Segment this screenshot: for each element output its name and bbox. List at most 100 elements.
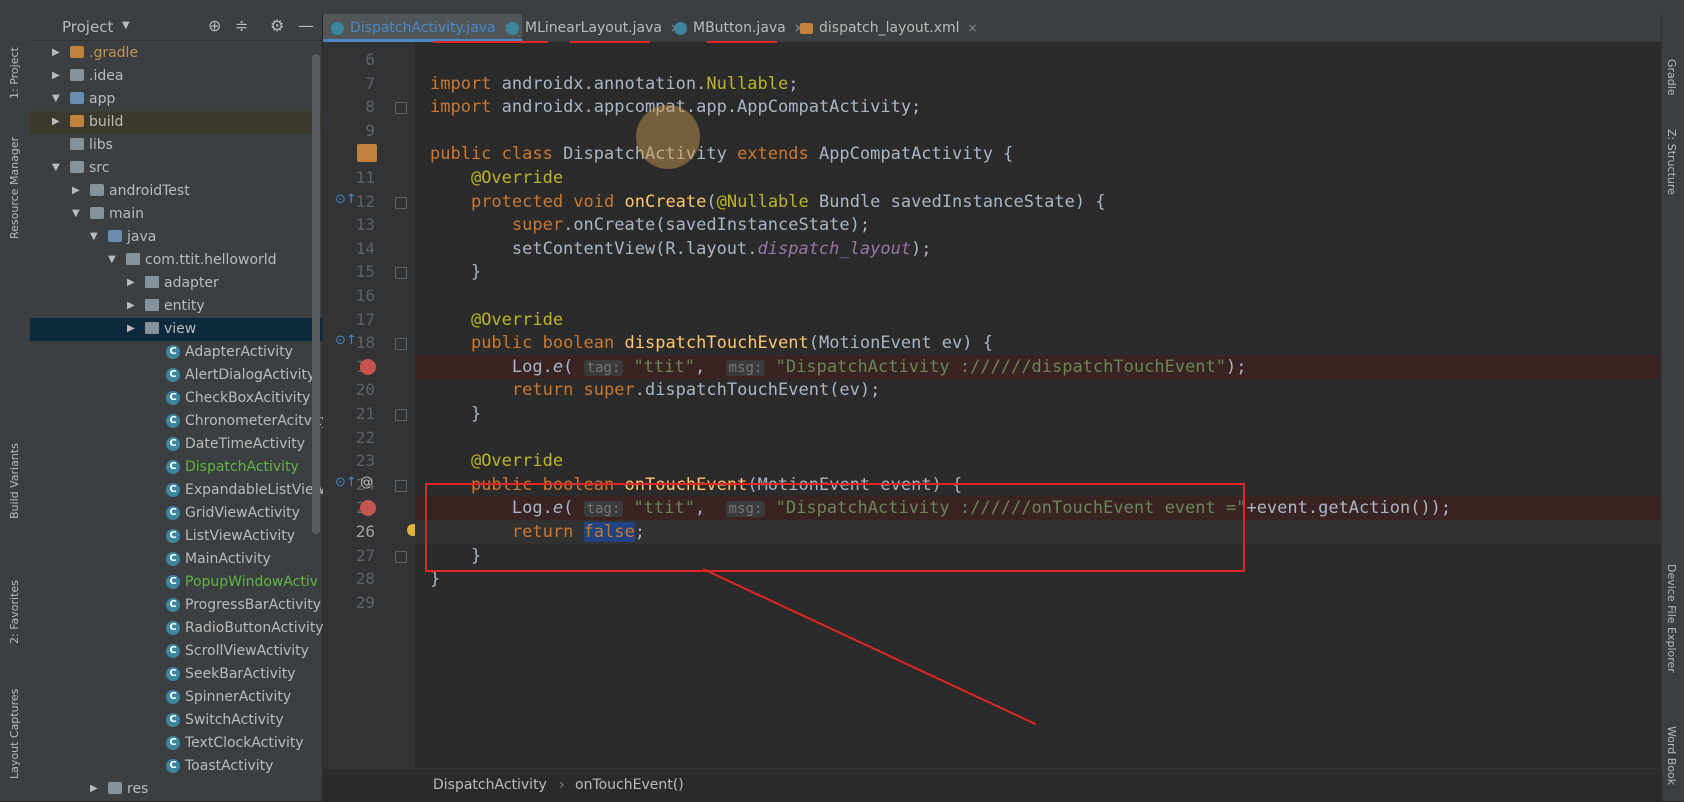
code-line[interactable]: import androidx.appcompat.app.AppCompatA… [415,95,1662,119]
override-marker-icon[interactable]: ⊙↑ [335,333,357,348]
collapsed-arrow-icon[interactable]: ▶ [127,323,135,334]
collapsed-arrow-icon[interactable]: ▶ [52,116,60,127]
collapsed-arrow-icon[interactable]: ▶ [127,300,135,311]
layout-link-icon[interactable] [357,144,377,163]
tree-item[interactable]: ▶ androidTest [30,180,322,203]
code-line[interactable]: @Override [415,308,1662,332]
tree-item[interactable]: C ListViewActivity [30,525,322,548]
code-line[interactable]: @Override [415,449,1662,473]
tree-item[interactable]: C GridViewActivity [30,502,322,525]
tree-item[interactable]: ▶ .idea [30,65,322,88]
tree-item[interactable]: ▶ adapter [30,272,322,295]
fold-icon[interactable] [395,409,407,421]
expanded-arrow-icon[interactable]: ▼ [52,162,60,173]
close-icon[interactable]: × [968,21,978,35]
collapsed-arrow-icon[interactable]: ▶ [52,70,60,81]
tree-item[interactable]: C ProgressBarActivity [30,594,322,617]
tool-tab-build-variants[interactable]: Build Variants [8,443,21,519]
code-line[interactable]: } [415,402,1662,426]
expanded-arrow-icon[interactable]: ▼ [72,208,80,219]
tree-item[interactable]: C TextClockActivity [30,732,322,755]
collapsed-arrow-icon[interactable]: ▶ [90,783,98,794]
tree-item[interactable]: ▶ entity [30,295,322,318]
code-line[interactable] [415,284,1662,308]
tree-item[interactable]: C ToastActivity [30,755,322,778]
tree-item[interactable]: ▶ res [30,778,322,801]
tree-item[interactable]: C DispatchActivity [30,456,322,479]
tree-item[interactable]: C ChronometerAcitvity [30,410,330,433]
tree-item[interactable]: C SeekBarActivity [30,663,322,686]
tool-tab-resource-manager[interactable]: Resource Manager [8,137,21,239]
project-tree-scrollbar[interactable] [312,54,320,534]
tree-item[interactable]: ▶ view [30,318,322,341]
editor-tab[interactable]: DispatchActivity.java× [323,14,522,42]
collapse-icon[interactable]: ≑ [235,16,248,35]
tree-item[interactable]: C MainActivity [30,548,322,571]
tree-item[interactable]: ▼ src [30,157,322,180]
tree-item[interactable]: C ScrollViewActivity [30,640,322,663]
code-line[interactable] [415,48,1662,72]
tool-tab-structure[interactable]: Z: Structure [1665,129,1678,195]
code-line[interactable]: import androidx.annotation.Nullable; [415,72,1662,96]
expanded-arrow-icon[interactable]: ▼ [52,93,60,104]
fold-icon[interactable] [395,338,407,351]
tree-item[interactable]: C ExpandableListView [30,479,325,502]
collapsed-arrow-icon[interactable]: ▶ [127,277,135,288]
tree-item[interactable]: C PopupWindowActiv [30,571,322,594]
code-editor[interactable]: import androidx.annotation.Nullable; impo… [415,42,1662,768]
tool-tab-favorites[interactable]: 2: Favorites [8,580,21,644]
editor-tab[interactable]: dispatch_layout.xml × [792,14,986,42]
tree-item[interactable]: ▶ build [30,111,322,134]
tree-item[interactable]: C SwitchActivity [30,709,322,732]
gear-icon[interactable]: ⚙ [270,16,284,35]
tree-item[interactable]: ▶ .gradle [30,42,322,65]
expanded-arrow-icon[interactable]: ▼ [90,231,98,242]
code-line[interactable]: public boolean dispatchTouchEvent(Motion… [415,331,1662,355]
code-line[interactable] [415,119,1662,143]
code-line[interactable]: setContentView(R.layout.dispatch_layout)… [415,237,1662,261]
code-line[interactable]: super.onCreate(savedInstanceState); [415,213,1662,237]
code-line[interactable] [415,591,1662,615]
breadcrumb-method[interactable]: onTouchEvent() [575,777,684,793]
breakpoint-icon[interactable] [360,358,376,375]
target-icon[interactable]: ⊕ [208,16,221,35]
fold-icon[interactable] [395,550,407,563]
expanded-arrow-icon[interactable]: ▼ [108,254,116,265]
tool-tab-gradle[interactable]: Gradle [1665,59,1678,96]
fold-icon[interactable] [395,267,407,280]
tree-item[interactable]: C RadioButtonActivity [30,617,324,640]
code-line[interactable]: return super.dispatchTouchEvent(ev); [415,378,1662,402]
code-line[interactable]: public class DispatchActivity extends Ap… [415,142,1662,166]
code-line[interactable]: @Override [415,166,1662,190]
fold-icon[interactable] [395,196,407,209]
editor-tab[interactable]: MButton.java × [666,14,812,42]
code-line[interactable]: Log.e( tag: "ttit", msg: "DispatchActivi… [415,354,1662,379]
code-line[interactable]: } [415,260,1662,284]
chevron-down-icon[interactable]: ▼ [122,20,130,31]
annotation-marker-icon[interactable]: @ [360,475,373,490]
project-panel-title[interactable]: Project [62,18,113,36]
tree-item[interactable]: ▼ main [30,203,322,226]
tool-tab-project[interactable]: 1: Project [8,47,21,99]
override-marker-icon[interactable]: ⊙↑ [335,475,357,490]
tool-tab-layout-captures[interactable]: Layout Captures [8,689,21,779]
tool-tab-device-file-explorer[interactable]: Device File Explorer [1665,564,1678,673]
override-marker-icon[interactable]: ⊙↑ [335,192,357,207]
tree-item[interactable]: ▼ com.ttit.helloworld [30,249,322,272]
tool-tab-word-book[interactable]: Word Book [1665,726,1678,785]
tree-item[interactable]: libs [30,134,322,157]
tree-item[interactable]: C DateTimeActivity [30,433,322,456]
tree-item[interactable]: C AdapterActivity [30,341,322,364]
tree-item[interactable]: ▼ java [30,226,322,249]
editor-tab[interactable]: MLinearLayout.java× [498,14,688,42]
tree-item[interactable]: C CheckBoxAcitivity [30,387,322,410]
minimize-icon[interactable]: — [298,16,314,35]
code-line[interactable] [415,426,1662,450]
tree-item[interactable]: C SpinnerActivity [30,686,322,709]
fold-icon[interactable] [395,479,407,492]
collapsed-arrow-icon[interactable]: ▶ [72,185,80,196]
tree-item[interactable]: ▼ app [30,88,322,111]
fold-icon[interactable] [395,102,407,115]
code-line[interactable]: protected void onCreate(@Nullable Bundle… [415,190,1662,214]
tree-item[interactable]: C AlertDialogActivity [30,364,322,387]
